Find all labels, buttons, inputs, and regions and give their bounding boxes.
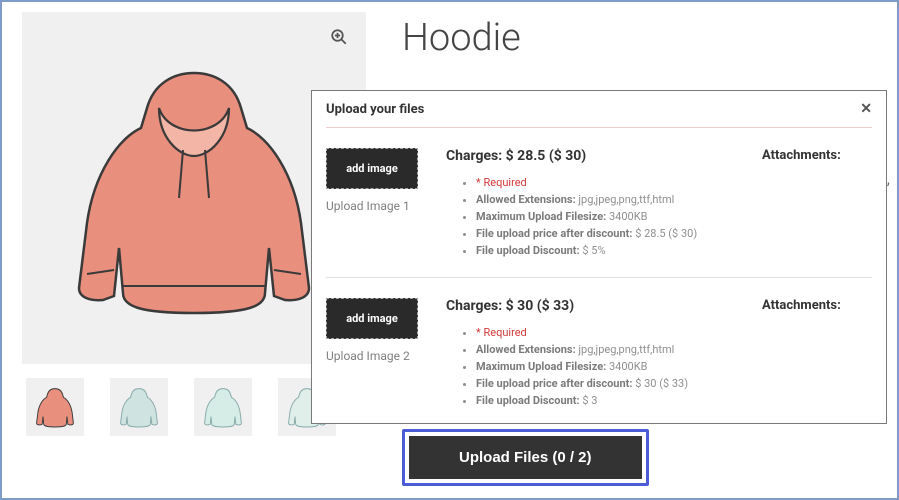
ext-value: jpg,jpeg,png,ttf,html	[578, 193, 674, 206]
discount-value: $ 5%	[582, 244, 605, 257]
upload-slot-label: Upload Image 2	[326, 349, 446, 363]
max-label: Maximum Upload Filesize:	[476, 210, 606, 223]
required-label: * Required	[476, 176, 527, 189]
price-after-label: File upload price after discount:	[476, 377, 632, 390]
discount-label: File upload Discount:	[476, 244, 580, 257]
attachments-label: Attachments:	[762, 298, 872, 409]
product-title: Hoodie	[402, 16, 521, 60]
upload-details: * Required Allowed Extensions: jpg,jpeg,…	[446, 324, 762, 409]
ext-value: jpg,jpeg,png,ttf,html	[578, 343, 674, 356]
upload-modal: Upload your files ✕ add image Upload Ima…	[311, 90, 887, 424]
close-icon[interactable]: ✕	[860, 102, 872, 117]
price-after-label: File upload price after discount:	[476, 227, 632, 240]
ext-label: Allowed Extensions:	[476, 193, 576, 206]
upload-slot-label: Upload Image 1	[326, 199, 446, 213]
add-image-dropzone[interactable]: add image	[326, 298, 418, 339]
modal-title: Upload your files	[326, 102, 424, 117]
hoodie-image	[59, 38, 329, 338]
max-label: Maximum Upload Filesize:	[476, 360, 606, 373]
upload-details: * Required Allowed Extensions: jpg,jpeg,…	[446, 174, 762, 259]
price-after-value: $ 28.5 ($ 30)	[635, 227, 697, 240]
charges-text: Charges: $ 28.5 ($ 30)	[446, 148, 762, 164]
thumbnail[interactable]	[110, 378, 168, 436]
required-label: * Required	[476, 326, 527, 339]
thumbnail[interactable]	[194, 378, 252, 436]
upload-files-highlight: Upload Files (0 / 2)	[402, 429, 649, 486]
add-image-dropzone[interactable]: add image	[326, 148, 418, 189]
price-after-value: $ 30 ($ 33)	[635, 377, 688, 390]
attachments-label: Attachments:	[762, 148, 872, 259]
upload-files-button[interactable]: Upload Files (0 / 2)	[409, 436, 642, 479]
upload-slot: add image Upload Image 2 Charges: $ 30 (…	[312, 278, 886, 423]
zoom-icon[interactable]	[330, 28, 348, 51]
max-value: 3400KB	[609, 210, 647, 223]
discount-value: $ 3	[582, 394, 597, 407]
discount-label: File upload Discount:	[476, 394, 580, 407]
ext-label: Allowed Extensions:	[476, 343, 576, 356]
charges-text: Charges: $ 30 ($ 33)	[446, 298, 762, 314]
upload-slot: add image Upload Image 1 Charges: $ 28.5…	[312, 128, 886, 273]
max-value: 3400KB	[609, 360, 647, 373]
thumbnail[interactable]	[26, 378, 84, 436]
